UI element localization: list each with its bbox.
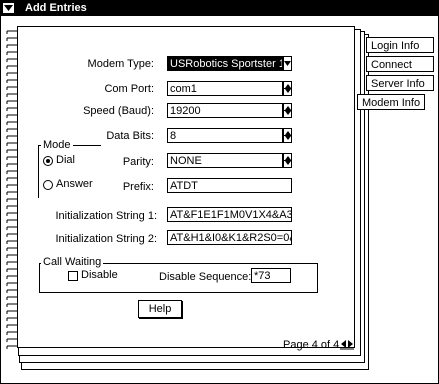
spiral-rings-icon (6, 30, 17, 349)
speed-label: Speed (Baud): (83, 105, 154, 117)
modem-type-label: Modem Type: (87, 58, 154, 70)
mode-groupbox (38, 145, 101, 198)
add-entries-window: Add Entries Login Info Connect Info Serv… (0, 0, 439, 384)
data-bits-spin[interactable] (283, 128, 292, 143)
speed-field[interactable]: 19200 (167, 103, 283, 118)
com-port-label: Com Port: (104, 83, 154, 95)
window-title: Add Entries (25, 2, 87, 14)
page-arrows[interactable] (340, 338, 354, 353)
mode-dial-label[interactable]: Dial (56, 154, 75, 166)
chevron-down-icon (4, 5, 13, 11)
page-indicator: Page 4 of 4 (283, 339, 340, 351)
init-string-2-field[interactable]: AT&H1&I0&K1&R2S0=0&S2 (167, 230, 292, 245)
disable-checkbox[interactable] (68, 271, 78, 281)
call-waiting-label: Call Waiting (41, 256, 104, 268)
prefix-field[interactable]: ATDT (167, 178, 292, 193)
tab-server-info[interactable]: Server Info (366, 75, 434, 91)
parity-field[interactable]: NONE (167, 153, 283, 168)
modem-type-dropdown-button[interactable] (283, 56, 292, 71)
speed-spin[interactable] (283, 103, 292, 118)
prefix-label: Prefix: (122, 181, 154, 193)
data-bits-label: Data Bits: (106, 130, 154, 142)
disable-label[interactable]: Disable (81, 269, 118, 281)
init-string-2-label: Initialization String 2: (55, 233, 158, 245)
init-string-1-field[interactable]: AT&F1E1F1M0V1X4&A3&B (167, 207, 292, 222)
init-string-1-label: Initialization String 1: (55, 210, 158, 222)
chevron-down-icon (284, 61, 291, 66)
com-port-field[interactable]: com1 (167, 81, 283, 96)
spin-down-icon[interactable] (285, 89, 291, 93)
com-port-spin[interactable] (283, 81, 292, 96)
system-menu-button[interactable] (2, 2, 15, 14)
disable-sequence-label: Disable Sequence: (159, 271, 252, 283)
mode-answer-label[interactable]: Answer (56, 178, 93, 190)
mode-group-label: Mode (41, 139, 73, 151)
title-bar: Add Entries (1, 1, 438, 16)
mode-answer-radio[interactable] (43, 180, 53, 190)
data-bits-field[interactable]: 8 (167, 128, 283, 143)
spin-down-icon[interactable] (285, 161, 291, 165)
spiral-binding (5, 27, 21, 351)
modem-type-select[interactable]: USRobotics Sportster 14 (167, 56, 283, 71)
parity-label: Parity: (122, 156, 154, 168)
spin-down-icon[interactable] (285, 136, 291, 140)
tab-connect-info[interactable]: Connect Info (366, 56, 434, 87)
spin-down-icon[interactable] (285, 111, 291, 115)
mode-dial-radio[interactable] (43, 156, 53, 166)
help-button[interactable]: Help (138, 300, 182, 318)
parity-spin[interactable] (283, 153, 292, 168)
tab-login-info[interactable]: Login Info (366, 37, 434, 53)
disable-sequence-field[interactable]: *73 (251, 268, 291, 283)
page-arrows-icon[interactable] (340, 338, 354, 350)
tab-modem-info[interactable]: Modem Info (357, 94, 425, 110)
